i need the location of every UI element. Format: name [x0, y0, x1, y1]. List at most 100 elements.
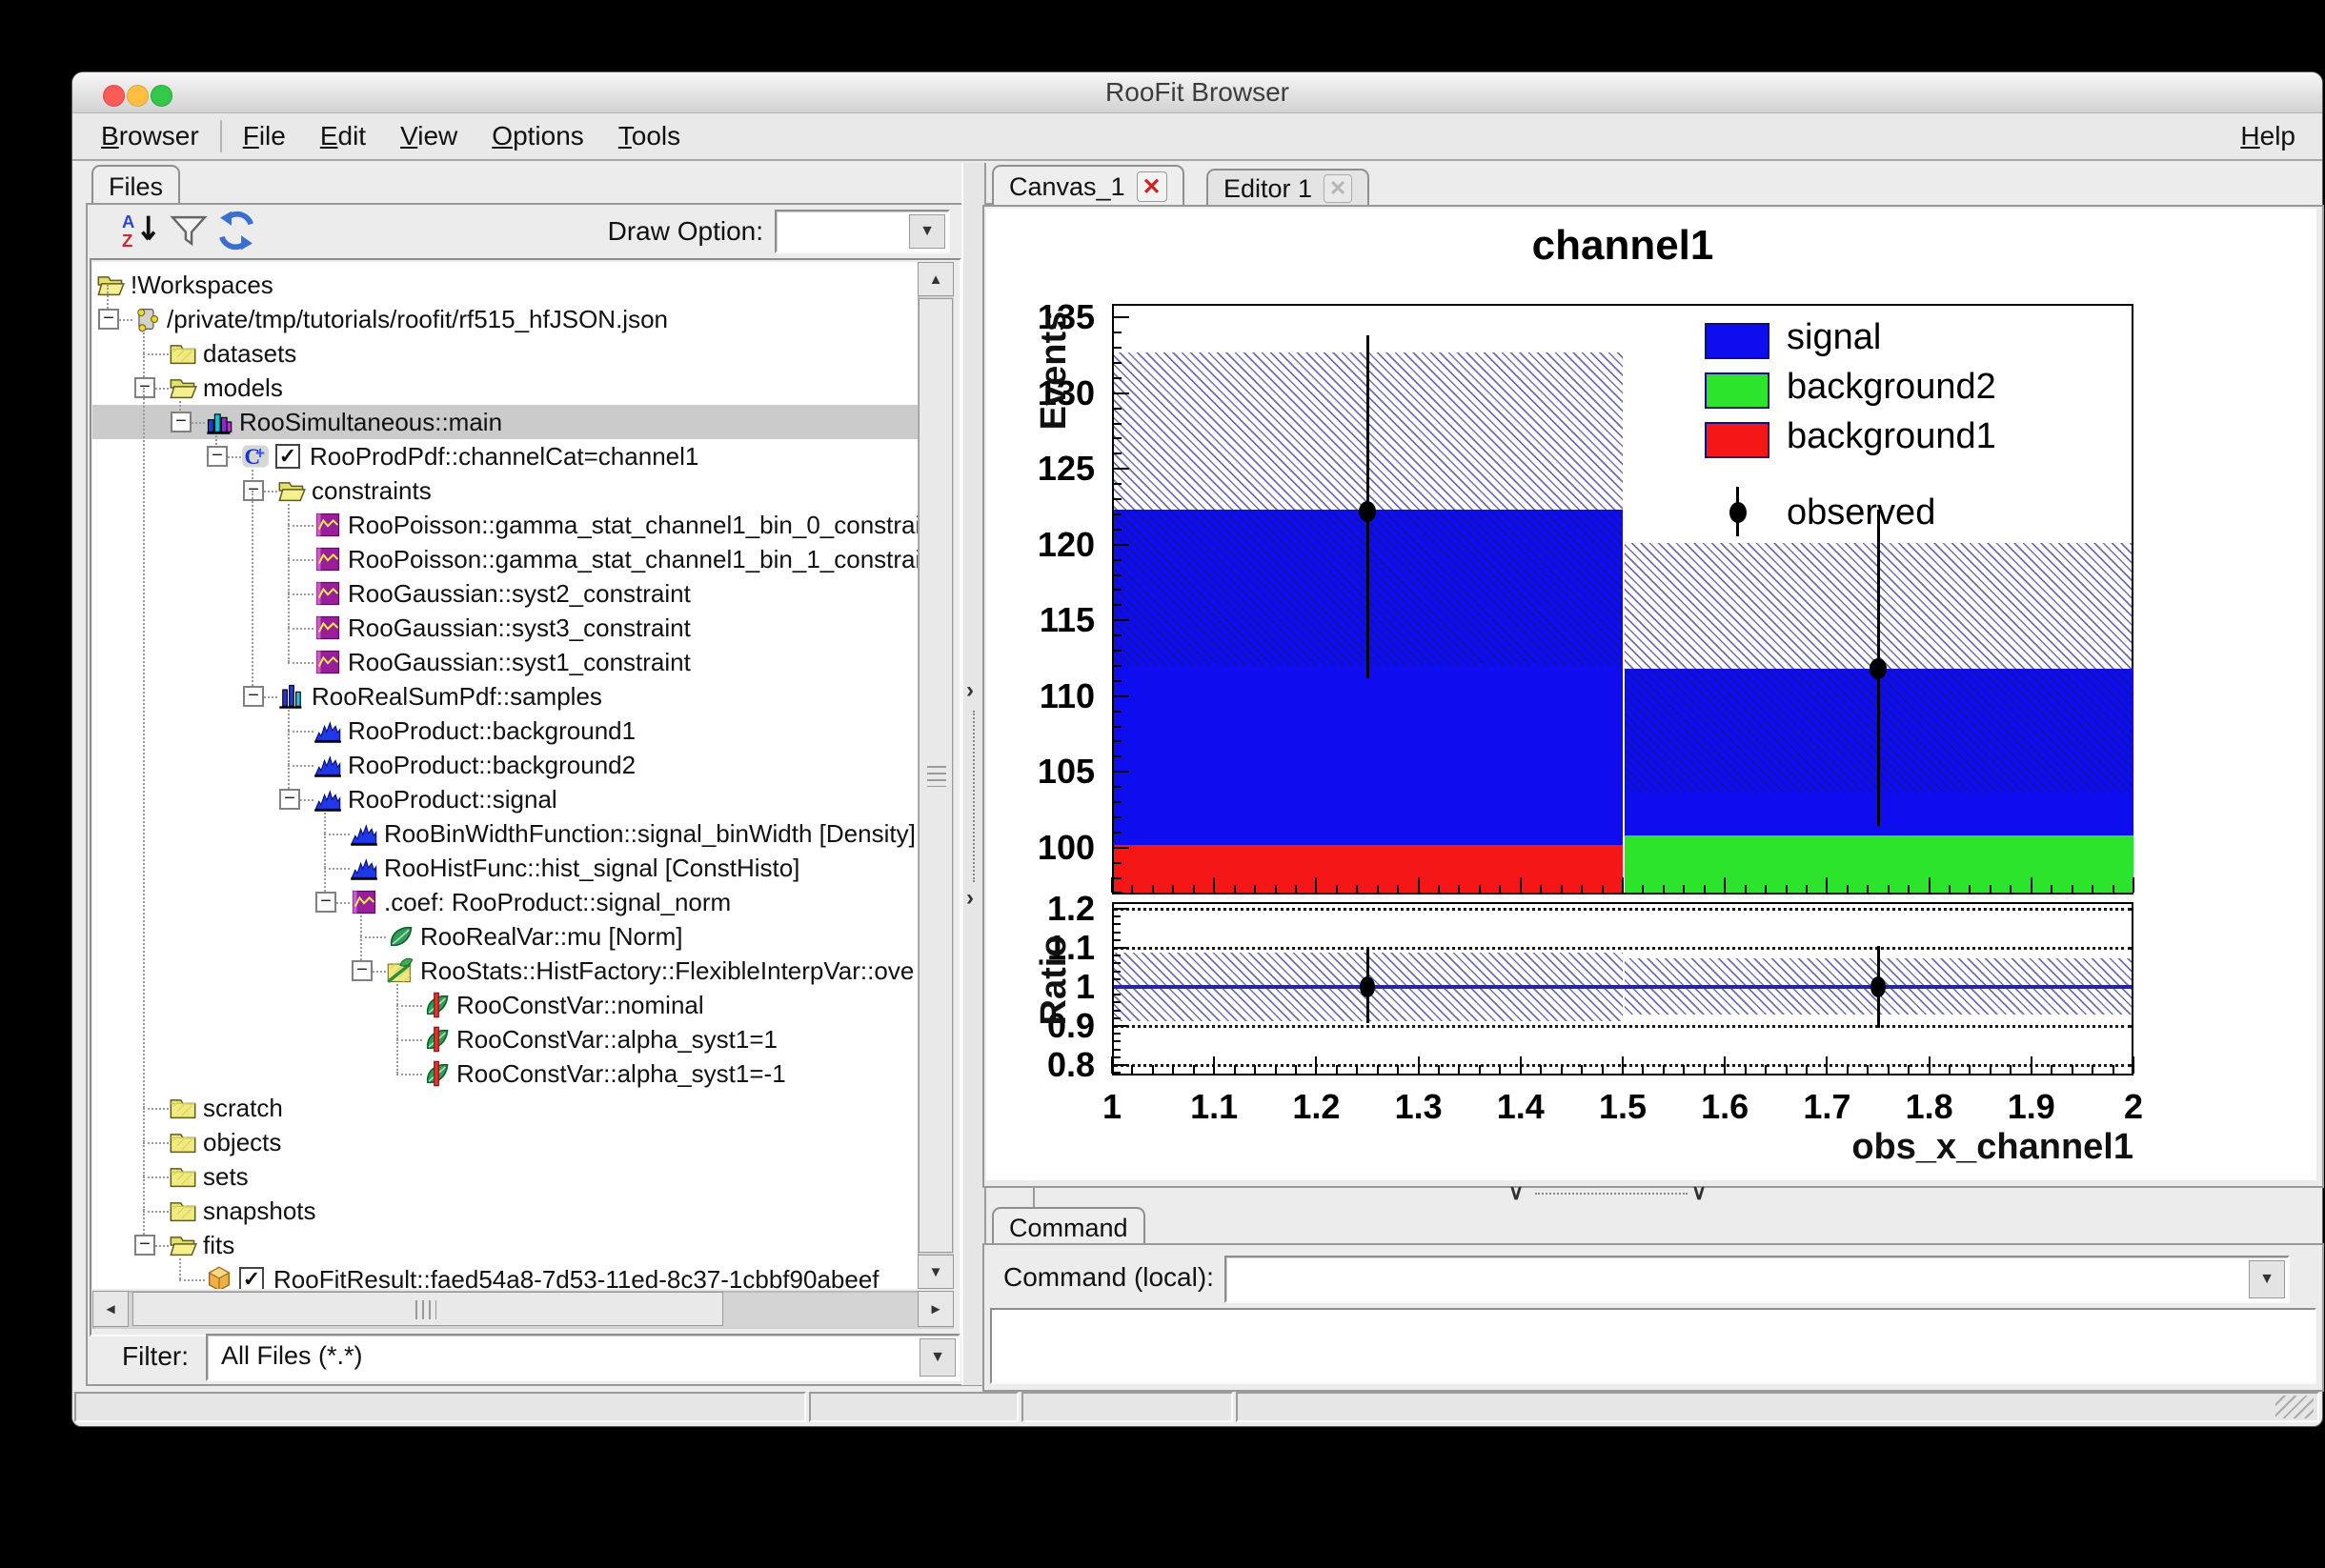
- resize-grip[interactable]: [2275, 1396, 2314, 1418]
- tree-item[interactable]: −RooRealSumPdf::samples: [92, 679, 918, 714]
- tree-item[interactable]: RooBinWidthFunction::signal_binWidth [De…: [92, 816, 918, 851]
- ratio-x-tick-minor: [1336, 1065, 1338, 1074]
- collapse-icon[interactable]: −: [352, 960, 373, 981]
- tree-item[interactable]: RooConstVar::nominal: [92, 988, 918, 1022]
- tree-item[interactable]: ✓RooFitResult::faed54a8-7d53-11ed-8c37-1…: [92, 1262, 918, 1289]
- tree-item[interactable]: −/private/tmp/tutorials/roofit/rf515_hfJ…: [92, 302, 918, 336]
- tab-editor-1[interactable]: Editor 1 ✕: [1206, 169, 1369, 207]
- menu-item-help[interactable]: Help: [2227, 113, 2309, 159]
- tree-item[interactable]: −fits: [92, 1228, 918, 1262]
- tree-vertical-scrollbar[interactable]: ▲ ▼: [918, 262, 954, 1289]
- tree-item[interactable]: −RooSimultaneous::main: [92, 405, 918, 439]
- tree-item[interactable]: RooProduct::background1: [92, 714, 918, 748]
- tree-item[interactable]: −RooStats::HistFactory::FlexibleInterpVa…: [92, 954, 918, 988]
- tree-hscroll-thumb[interactable]: [132, 1292, 723, 1326]
- command-output[interactable]: [990, 1308, 2316, 1384]
- collapse-icon[interactable]: −: [243, 480, 264, 501]
- tree-item[interactable]: RooConstVar::alpha_syst1=-1: [92, 1056, 918, 1091]
- checkbox-checked[interactable]: ✓: [239, 1267, 264, 1289]
- y-tick-minor: [1114, 680, 1122, 682]
- x-tick-minor: [1847, 885, 1849, 893]
- tree-item[interactable]: scratch: [92, 1091, 918, 1125]
- plot-title: channel1: [1112, 222, 2133, 270]
- command-input[interactable]: ▼: [1224, 1256, 2290, 1303]
- chevron-down-icon[interactable]: ▼: [2249, 1260, 2285, 1298]
- horizontal-splitter[interactable]: ∨ ∨: [982, 1184, 2320, 1207]
- ratio-x-tick-minor: [1172, 1065, 1174, 1074]
- refresh-icon[interactable]: [215, 210, 257, 251]
- x-tick-minor: [1254, 885, 1256, 893]
- tree-item[interactable]: RooRealVar::mu [Norm]: [92, 919, 918, 954]
- tab-command[interactable]: Command: [992, 1207, 1145, 1247]
- tree-item[interactable]: !Workspaces: [92, 268, 918, 302]
- tree-item[interactable]: snapshots: [92, 1194, 918, 1228]
- ratio-x-tick-minor: [1683, 1065, 1685, 1074]
- y-tick-minor: [1114, 650, 1122, 652]
- title-bar[interactable]: RooFit Browser: [72, 72, 2322, 113]
- tree-item[interactable]: datasets: [92, 336, 918, 371]
- x-tick-minor: [1458, 885, 1460, 893]
- collapse-icon[interactable]: −: [134, 1235, 155, 1256]
- tree-item[interactable]: RooGaussian::syst3_constraint: [92, 611, 918, 645]
- folder-open-icon: [96, 271, 125, 299]
- tree-horizontal-scrollbar[interactable]: ◄ ►: [92, 1291, 954, 1329]
- tab-files[interactable]: Files: [91, 165, 180, 207]
- scroll-down-icon[interactable]: ▼: [918, 1255, 954, 1289]
- checkbox-checked[interactable]: ✓: [275, 444, 300, 469]
- tree-item[interactable]: −RooProduct::signal: [92, 782, 918, 816]
- y-tick-major: [1114, 771, 1129, 773]
- sumpdf-icon: [277, 682, 306, 711]
- root-canvas[interactable]: channel1100105110115120125130135signalba…: [986, 209, 2316, 1180]
- tree-item[interactable]: RooConstVar::alpha_syst1=1: [92, 1022, 918, 1056]
- tree-item[interactable]: −C+✓RooProdPdf::channelCat=channel1: [92, 439, 918, 473]
- ratio-x-tick-minor: [1561, 1065, 1563, 1074]
- scroll-left-icon[interactable]: ◄: [92, 1291, 129, 1327]
- filter-combobox[interactable]: All Files (*.*) ▼: [206, 1334, 960, 1381]
- draw-option-combobox[interactable]: ▼: [775, 210, 950, 253]
- tree-item[interactable]: RooPoisson::gamma_stat_channel1_bin_1_co…: [92, 542, 918, 576]
- collapse-icon[interactable]: −: [315, 892, 336, 913]
- tree-item[interactable]: RooProduct::background2: [92, 748, 918, 782]
- menu-item-browser[interactable]: Browser: [84, 121, 216, 151]
- collapse-icon[interactable]: −: [134, 377, 155, 398]
- menu-item-view[interactable]: View: [383, 121, 475, 151]
- menu-item-file[interactable]: File: [226, 121, 303, 151]
- ratio-x-tick-minor: [1479, 1065, 1481, 1074]
- x-tick-minor: [1193, 885, 1195, 893]
- tree-item[interactable]: RooGaussian::syst2_constraint: [92, 576, 918, 611]
- x-tick-minor: [1765, 885, 1767, 893]
- tree-item[interactable]: RooHistFunc::hist_signal [ConstHisto]: [92, 851, 918, 885]
- filter-funnel-icon[interactable]: [170, 211, 208, 250]
- menu-item-tools[interactable]: Tools: [601, 121, 698, 151]
- collapse-icon[interactable]: −: [243, 686, 264, 707]
- collapse-icon[interactable]: −: [207, 446, 228, 467]
- ratio-x-tick-minor: [2072, 1065, 2073, 1074]
- y-tick-minor: [1114, 513, 1122, 515]
- workspace-tree[interactable]: !Workspaces−/private/tmp/tutorials/roofi…: [92, 262, 918, 1289]
- collapse-icon[interactable]: −: [98, 309, 119, 330]
- constvar-icon: [422, 1059, 451, 1088]
- collapse-icon[interactable]: −: [279, 789, 300, 810]
- menu-item-options[interactable]: Options: [475, 121, 601, 151]
- tree-vscroll-thumb[interactable]: [919, 298, 953, 1253]
- pdf-icon: [313, 648, 342, 676]
- scroll-up-icon[interactable]: ▲: [918, 262, 954, 296]
- close-icon[interactable]: ✕: [1137, 171, 1167, 202]
- tree-item[interactable]: −models: [92, 371, 918, 405]
- chevron-down-icon[interactable]: ▼: [909, 214, 945, 249]
- collapse-icon[interactable]: −: [171, 412, 192, 432]
- status-bar-segment: [809, 1392, 1019, 1422]
- tab-canvas-1[interactable]: Canvas_1 ✕: [992, 165, 1184, 207]
- chevron-down-icon[interactable]: ▼: [920, 1338, 956, 1377]
- menu-item-edit[interactable]: Edit: [303, 121, 383, 151]
- scroll-right-icon[interactable]: ►: [918, 1291, 954, 1327]
- tree-item[interactable]: objects: [92, 1125, 918, 1159]
- tree-item[interactable]: RooPoisson::gamma_stat_channel1_bin_0_co…: [92, 508, 918, 542]
- simultaneous-pdf-icon: [205, 408, 233, 436]
- tree-item[interactable]: RooGaussian::syst1_constraint: [92, 645, 918, 679]
- sort-az-icon[interactable]: AZ: [122, 211, 160, 250]
- realvar-icon: [386, 922, 414, 951]
- tree-item[interactable]: −.coef: RooProduct::signal_norm: [92, 885, 918, 919]
- tree-item[interactable]: −constraints: [92, 473, 918, 508]
- tree-item[interactable]: sets: [92, 1159, 918, 1194]
